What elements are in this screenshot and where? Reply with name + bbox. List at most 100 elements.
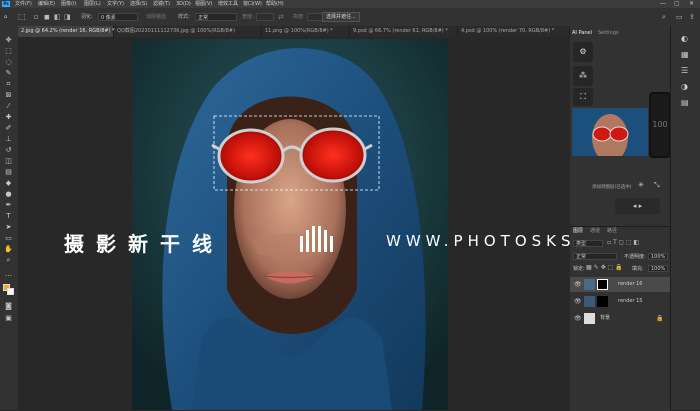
tab-ai-panel[interactable]: AI Panel xyxy=(572,30,592,36)
subtract-selection-icon[interactable]: ◧ xyxy=(54,8,61,26)
layer-row[interactable]: 👁 render 15 xyxy=(570,294,670,309)
adjustments-panel-icon[interactable]: ◑ xyxy=(681,82,688,91)
nodes-icon[interactable]: ⁂ xyxy=(573,66,593,86)
crop-icon[interactable]: ⌗ xyxy=(3,80,14,88)
add-selection-icon[interactable]: ◼ xyxy=(44,8,50,26)
opacity-input[interactable]: 100% xyxy=(648,253,668,260)
select-and-mask-button[interactable]: 选择并遮住... xyxy=(322,12,360,22)
workspace-icon[interactable]: ▭ xyxy=(676,8,683,26)
close-icon[interactable]: ✕ xyxy=(689,0,694,8)
zoom-tool-icon[interactable]: ⌕ xyxy=(3,256,14,264)
pen-icon[interactable]: ✒ xyxy=(3,201,14,209)
layer-kind-filter[interactable]: 类型 xyxy=(573,240,603,247)
visibility-eye-icon[interactable]: 👁 xyxy=(574,277,582,292)
layers-panel: 图层 通道 路径 类型 ▫T◻⬚◧ 正常 不透明度: 100% 锁定: ▦✎✥⬚… xyxy=(570,226,670,411)
history-brush-icon[interactable]: ↺ xyxy=(3,146,14,154)
menu-bar: Ps 文件(F) 编辑(E) 图像(I) 图层(L) 文字(Y) 选择(S) 滤… xyxy=(0,0,700,8)
tab-channels[interactable]: 通道 xyxy=(590,227,600,235)
intersect-selection-icon[interactable]: ◨ xyxy=(64,8,71,26)
background-color-swatch[interactable] xyxy=(7,288,14,295)
layer-row[interactable]: 👁 背景 🔒 xyxy=(570,311,670,326)
eyedropper-icon[interactable]: ⁄ xyxy=(3,102,14,110)
more-tools-icon[interactable]: … xyxy=(3,270,14,278)
quick-mask-icon[interactable]: ◙ xyxy=(3,302,14,310)
sparkle-icon[interactable]: ✳ xyxy=(638,181,644,189)
ai-preview-thumbnail[interactable] xyxy=(572,108,648,156)
dodge-icon[interactable]: ● xyxy=(3,190,14,198)
settings-gear-icon[interactable]: ⚙ xyxy=(573,42,593,62)
swap-icon[interactable]: ⇄ xyxy=(278,8,284,26)
clone-stamp-icon[interactable]: ⊥ xyxy=(3,135,14,143)
menu-edit[interactable]: 编辑(E) xyxy=(38,0,55,8)
new-selection-icon[interactable]: ▫ xyxy=(34,8,39,26)
width-input[interactable] xyxy=(256,13,274,21)
expand-icon[interactable]: ⤡ xyxy=(654,181,660,190)
menu-type[interactable]: 文字(Y) xyxy=(107,0,124,8)
menu-window[interactable]: 窗口(W) xyxy=(243,0,262,8)
visibility-eye-icon[interactable]: 👁 xyxy=(574,311,582,326)
properties-panel-icon[interactable]: ☰ xyxy=(681,66,688,75)
fill-input[interactable]: 100% xyxy=(648,265,668,272)
antialias-checkbox[interactable]: 消除锯齿 xyxy=(146,8,166,26)
healing-brush-icon[interactable]: ✚ xyxy=(3,113,14,121)
ai-value-display[interactable]: 100 xyxy=(649,92,671,158)
menu-file[interactable]: 文件(F) xyxy=(15,0,32,8)
layer-mask-thumbnail[interactable] xyxy=(597,279,608,290)
lock-icons[interactable]: ▦✎✥⬚🔒 xyxy=(586,264,625,271)
menu-layer[interactable]: 图层(L) xyxy=(84,0,101,8)
menu-view[interactable]: 视图(V) xyxy=(195,0,212,8)
type-tool-icon[interactable]: T xyxy=(3,212,14,220)
marquee-icon[interactable]: ⬚ xyxy=(3,47,14,55)
blur-icon[interactable]: ◆ xyxy=(3,179,14,187)
menu-3d[interactable]: 3D(D) xyxy=(176,0,191,8)
home-icon[interactable]: ⌂ xyxy=(4,8,7,26)
blend-mode-select[interactable]: 正常 xyxy=(573,253,617,260)
screen-mode-icon[interactable]: ▣ xyxy=(3,314,14,322)
menu-select[interactable]: 选择(S) xyxy=(130,0,147,8)
tab-layers[interactable]: 图层 xyxy=(573,227,583,235)
frame-select-icon[interactable]: ⛶ xyxy=(573,88,593,106)
marquee-tool-icon[interactable]: ⬚ xyxy=(18,8,26,26)
play-controls[interactable]: ◂ ▸ xyxy=(615,198,660,214)
tab-document-5[interactable]: 4.psd @ 100% (render 70, RGB/8#) * xyxy=(458,26,570,37)
tab-document-2[interactable]: QQ截图20230111112736.jpg @ 100%(RGB/8#) xyxy=(114,26,262,37)
menu-plugins[interactable]: 增效工具 xyxy=(218,0,238,8)
gradient-icon[interactable]: ▤ xyxy=(3,168,14,176)
share-icon[interactable]: ⇪ xyxy=(689,8,695,26)
height-label: 高度: xyxy=(293,14,305,20)
menu-image[interactable]: 图像(I) xyxy=(61,0,76,8)
style-select[interactable]: 正常 xyxy=(195,13,237,21)
swatches-panel-icon[interactable]: ▦ xyxy=(681,50,689,59)
color-panel-icon[interactable]: ◐ xyxy=(681,34,688,43)
path-select-icon[interactable]: ➤ xyxy=(3,223,14,231)
search-icon[interactable]: ⌕ xyxy=(662,8,666,26)
frame-icon[interactable]: ⊠ xyxy=(3,91,14,99)
feather-input[interactable]: 0 像素 xyxy=(98,13,138,21)
eraser-icon[interactable]: ◫ xyxy=(3,157,14,165)
move-tool-icon[interactable]: ✥ xyxy=(3,36,14,44)
document-image[interactable] xyxy=(132,39,448,410)
maximize-icon[interactable]: ▢ xyxy=(674,0,680,8)
tab-paths[interactable]: 路径 xyxy=(607,227,617,235)
layer-mask-thumbnail[interactable] xyxy=(597,296,608,307)
tab-settings[interactable]: Settings xyxy=(598,30,619,36)
layer-row[interactable]: 👁 render 16 xyxy=(570,277,670,292)
libraries-panel-icon[interactable]: ▤ xyxy=(681,98,689,107)
photoshop-logo-icon: Ps xyxy=(2,1,10,7)
lock-label: 锁定: xyxy=(573,266,585,272)
brush-icon[interactable]: ✐ xyxy=(3,124,14,132)
visibility-eye-icon[interactable]: 👁 xyxy=(574,294,582,309)
minimize-icon[interactable]: — xyxy=(660,0,666,8)
tab-document-3[interactable]: 11.png @ 100%(RGB/8#) * xyxy=(262,26,350,37)
canvas-area[interactable]: 摄影新干线 WWW.PHOTOSKS.VIP xyxy=(18,37,619,410)
filter-icons[interactable]: ▫T◻⬚◧ xyxy=(607,239,641,246)
rectangle-tool-icon[interactable]: ▭ xyxy=(3,234,14,242)
document-tabs: 2.jpg @ 64.2% (render 16, RGB/8#) * QQ截图… xyxy=(18,26,570,37)
quick-select-icon[interactable]: ✎ xyxy=(3,69,14,77)
menu-help[interactable]: 帮助(H) xyxy=(266,0,284,8)
tab-document-4[interactable]: 9.psd @ 66.7% (render 61, RGB/8#) * xyxy=(350,26,458,37)
tab-document-1[interactable]: 2.jpg @ 64.2% (render 16, RGB/8#) * xyxy=(18,26,115,37)
hand-tool-icon[interactable]: ✋ xyxy=(3,245,14,253)
lasso-icon[interactable]: ◌ xyxy=(3,58,14,66)
menu-filter[interactable]: 滤镜(T) xyxy=(153,0,170,8)
